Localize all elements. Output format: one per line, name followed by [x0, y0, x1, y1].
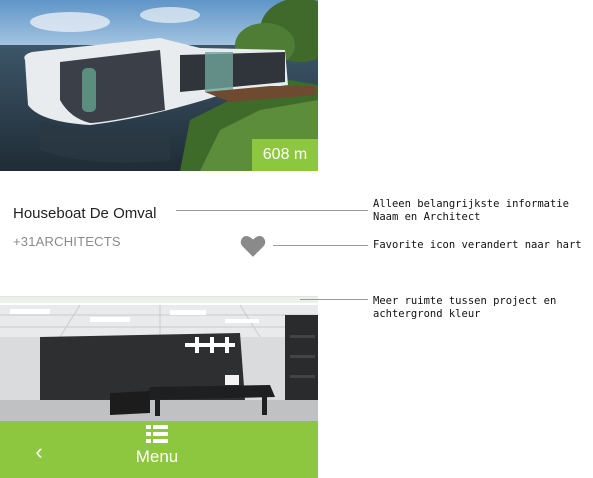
annotation-line-info: [176, 210, 368, 211]
interior-image: [0, 305, 318, 421]
annotation-info-line1: Alleen belangrijkste informatie: [373, 198, 569, 210]
distance-badge: 608 m: [252, 139, 318, 171]
mobile-screen: 608 m Houseboat De Omval +31ARCHITECTS ‹…: [0, 0, 318, 478]
project-photo-interior[interactable]: [0, 305, 318, 421]
card-separator: [0, 296, 318, 303]
annotation-spacing-line1: Meer ruimte tussen project en: [373, 295, 557, 307]
chevron-left-icon: ‹: [35, 439, 43, 464]
annotation-line-favorite: [273, 245, 368, 246]
favorite-heart-icon[interactable]: [240, 234, 266, 258]
annotation-line-spacing: [300, 299, 368, 300]
architect-name[interactable]: +31ARCHITECTS: [13, 234, 121, 249]
annotation-spacing-line2: achtergrond kleur: [373, 308, 481, 320]
list-icon: [146, 425, 168, 443]
back-button[interactable]: ‹: [25, 438, 53, 466]
bottom-nav-bar: ‹ Menu: [0, 421, 318, 478]
project-photo-houseboat[interactable]: 608 m: [0, 0, 318, 171]
menu-button[interactable]: Menu: [120, 425, 194, 475]
annotation-info-line2: Naam en Architect: [373, 211, 481, 223]
project-title[interactable]: Houseboat De Omval: [13, 205, 156, 222]
menu-label: Menu: [135, 447, 179, 466]
annotation-favorite: Favorite icon verandert naar hart: [373, 239, 582, 251]
